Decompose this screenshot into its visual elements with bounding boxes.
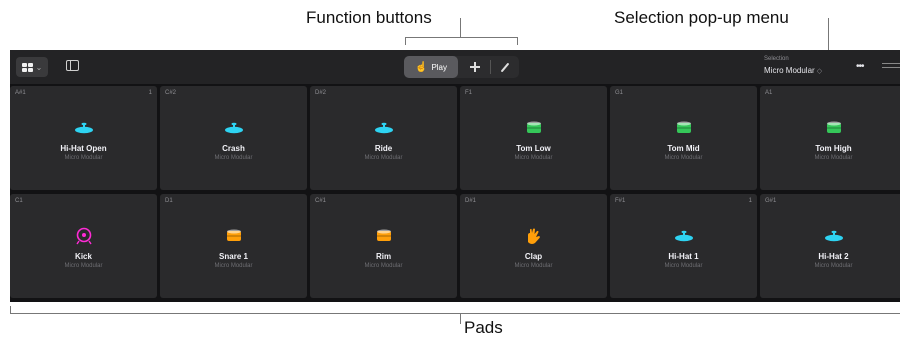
pad-hi-hat-2[interactable]: G#1 Hi-Hat 2 Micro Modular [760, 194, 900, 298]
edit-mode-button[interactable] [492, 56, 518, 78]
cymbal-icon [760, 227, 900, 245]
pad-kit-name: Micro Modular [364, 263, 403, 269]
drum-icon [610, 119, 757, 137]
drum-machine-app: ⌄ ☝ Play Selection Micro Modular ◇ ••• A#… [10, 50, 900, 302]
pad-name: Hi-Hat Open [60, 144, 107, 153]
pad-name: Tom Mid [667, 144, 700, 153]
pad-count: 1 [148, 90, 152, 96]
pad-hi-hat-1[interactable]: F#1 1 Hi-Hat 1 Micro Modular [610, 194, 757, 298]
drum-icon [760, 119, 900, 137]
pad-tom-high[interactable]: A1 Tom High Micro Modular [760, 86, 900, 190]
selection-label: Selection [764, 56, 789, 62]
pad-note: C#1 [315, 198, 327, 204]
pad-note: C#2 [165, 90, 177, 96]
pad-kit-name: Micro Modular [814, 155, 853, 161]
function-buttons-leader [460, 18, 461, 37]
pad-name: Rim [375, 252, 392, 261]
clap-icon [460, 227, 607, 245]
drum-icon [310, 227, 457, 245]
pad-note: G#1 [765, 198, 777, 204]
play-mode-button[interactable]: ☝ Play [404, 56, 458, 78]
pad-kit-name: Micro Modular [814, 263, 853, 269]
pad-note: A1 [765, 90, 773, 96]
function-buttons: ☝ Play [404, 56, 519, 78]
pad-name: Tom High [815, 144, 852, 153]
pad-name: Kick [75, 252, 92, 261]
pad-name: Crash [222, 144, 245, 153]
callout-pads: Pads [464, 318, 503, 337]
pad-note: G1 [615, 90, 624, 96]
pad-note: D#2 [315, 90, 327, 96]
drum-icon [460, 119, 607, 137]
view-mode-button[interactable]: ⌄ [16, 57, 48, 77]
function-buttons-bracket [405, 37, 518, 45]
pad-kick[interactable]: C1 Kick Micro Modular [10, 194, 157, 298]
pad-kit-name: Micro Modular [64, 263, 103, 269]
kick-drum-icon [10, 227, 157, 245]
cymbal-icon [310, 119, 457, 137]
drag-handle-icon[interactable] [882, 63, 900, 68]
pad-kit-name: Micro Modular [64, 155, 103, 161]
pad-clap[interactable]: D#1 Clap Micro Modular [460, 194, 607, 298]
pads-leader [460, 314, 461, 324]
pads-grid: A#1 1 Hi-Hat Open Micro Modular C#2 Crash Micr… [10, 84, 900, 302]
pad-note: D1 [165, 198, 173, 204]
pad-name: Snare 1 [219, 252, 248, 261]
pads-bracket [10, 306, 900, 314]
function-divider [490, 60, 491, 74]
pad-ride[interactable]: D#2 Ride Micro Modular [310, 86, 457, 190]
pad-kit-name: Micro Modular [364, 155, 403, 161]
pad-kit-name: Micro Modular [514, 155, 553, 161]
cymbal-icon [160, 119, 307, 137]
move-icon [470, 62, 480, 72]
pad-note: F#1 [615, 198, 626, 204]
more-icon[interactable]: ••• [856, 61, 864, 72]
pad-note: C1 [15, 198, 23, 204]
pad-note: A#1 [15, 90, 26, 96]
pad-name: Ride [374, 144, 393, 153]
pad-kit-name: Micro Modular [664, 155, 703, 161]
hand-tap-icon: ☝ [414, 61, 428, 73]
cymbal-icon [10, 119, 157, 137]
pad-kit-name: Micro Modular [514, 263, 553, 269]
pencil-icon [500, 62, 510, 72]
sidebar-toggle-icon[interactable] [66, 60, 79, 71]
pad-kit-name: Micro Modular [214, 155, 253, 161]
pad-rim[interactable]: C#1 Rim Micro Modular [310, 194, 457, 298]
play-label: Play [431, 62, 447, 72]
grid-icon [21, 62, 33, 72]
cymbal-icon [610, 227, 757, 245]
pad-name: Tom Low [516, 144, 551, 153]
pad-note: F1 [465, 90, 473, 96]
pad-count: 1 [748, 198, 752, 204]
pad-name: Hi-Hat 1 [668, 252, 699, 261]
pad-name: Hi-Hat 2 [818, 252, 849, 261]
pad-tom-low[interactable]: F1 Tom Low Micro Modular [460, 86, 607, 190]
chevron-down-icon: ⌄ [35, 62, 43, 72]
move-mode-button[interactable] [462, 56, 488, 78]
pad-kit-name: Micro Modular [214, 263, 253, 269]
pad-note: D#1 [465, 198, 477, 204]
pad-tom-mid[interactable]: G1 Tom Mid Micro Modular [610, 86, 757, 190]
drum-icon [160, 227, 307, 245]
pad-hi-hat-open[interactable]: A#1 1 Hi-Hat Open Micro Modular [10, 86, 157, 190]
selection-value: Micro Modular [764, 66, 815, 75]
chevron-updown-icon: ◇ [816, 68, 823, 75]
callout-selection-menu: Selection pop-up menu [614, 8, 789, 27]
callout-function-buttons: Function buttons [306, 8, 432, 27]
pad-snare-1[interactable]: D1 Snare 1 Micro Modular [160, 194, 307, 298]
selection-popup-menu[interactable]: Micro Modular ◇ [764, 66, 822, 75]
pad-crash[interactable]: C#2 Crash Micro Modular [160, 86, 307, 190]
toolbar: ⌄ ☝ Play Selection Micro Modular ◇ ••• [10, 50, 900, 84]
pad-kit-name: Micro Modular [664, 263, 703, 269]
pad-name: Clap [524, 252, 543, 261]
